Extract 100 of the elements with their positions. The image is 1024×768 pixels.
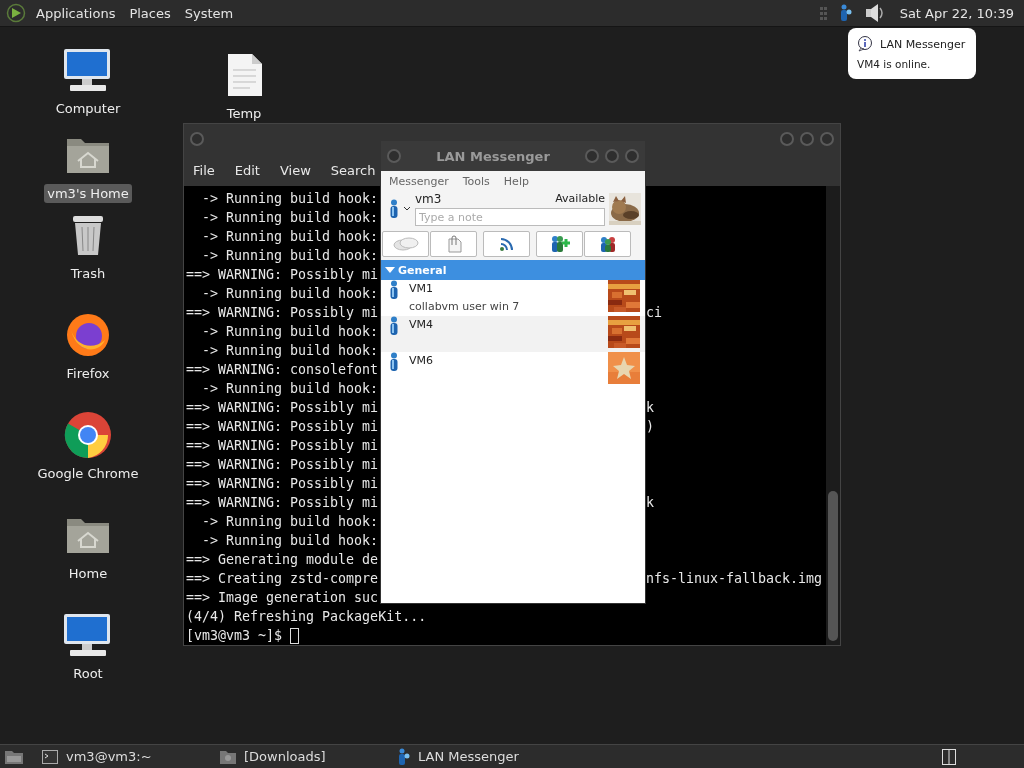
expand-arrow-icon — [385, 266, 395, 274]
terminal-line: ==> WARNING: Possibly mi — [186, 437, 379, 455]
desktop-icon-label[interactable]: Trash — [67, 264, 109, 283]
terminal-line: ==> WARNING: Possibly mi — [186, 494, 379, 512]
window-title: LAN Messenger — [435, 148, 551, 164]
add-contact-button[interactable] — [536, 231, 583, 257]
contact-row[interactable]: VM1 collabvm user win 7 — [381, 280, 645, 316]
chat-icon — [392, 237, 419, 251]
trash-icon — [70, 213, 106, 257]
speaker-icon[interactable] — [863, 3, 886, 23]
notification-title: LAN Messenger — [880, 37, 966, 51]
desktop-icon-label[interactable]: vm3's Home — [44, 184, 132, 203]
file-button[interactable] — [430, 231, 477, 257]
taskbar-item[interactable]: LAN Messenger — [388, 747, 558, 766]
terminal-line: -> Running build hook: — [201, 190, 379, 208]
terminal-line: ==> WARNING: Possibly mi — [186, 266, 379, 284]
terminal-line: k — [646, 494, 654, 512]
notification-bubble[interactable]: LAN Messenger VM4 is online. — [848, 28, 976, 79]
contact-status-icon — [389, 280, 399, 300]
desktop-icon-label[interactable]: Firefox — [63, 364, 113, 383]
terminal-line: -> Running build hook: — [201, 247, 379, 265]
desktop-icon-label[interactable]: Computer — [52, 99, 124, 118]
terminal-line: -> Running build hook: — [201, 228, 379, 246]
terminal-line: ci — [646, 304, 662, 322]
menu-item[interactable]: File — [193, 162, 215, 178]
panel-menu[interactable]: Places — [125, 5, 175, 21]
minimize-button[interactable] — [585, 149, 599, 163]
panel-menu[interactable]: Applications — [32, 5, 120, 21]
terminal-line: ==> Creating zstd-compre — [186, 570, 379, 588]
contact-status-icon — [389, 352, 399, 372]
terminal-line: -> Running build hook: — [201, 342, 379, 360]
terminal-line: (4/4) Refreshing PackageKit... — [186, 608, 427, 626]
status-label[interactable]: Available — [555, 192, 605, 206]
contact-name: VM1 — [409, 282, 434, 295]
maximize-button[interactable] — [800, 132, 814, 147]
close-button[interactable] — [820, 132, 834, 147]
minimize-button[interactable] — [780, 132, 794, 147]
window-menu-button[interactable] — [190, 132, 204, 147]
network-icon[interactable] — [819, 5, 828, 21]
taskbar-item[interactable]: [Downloads] — [210, 749, 380, 764]
add-contact-icon — [549, 235, 570, 253]
show-desktop-icon[interactable] — [4, 748, 24, 765]
terminal-line: ==> WARNING: Possibly mi — [186, 475, 379, 493]
contact-status-icon — [389, 316, 399, 336]
info-icon — [857, 36, 873, 52]
group-name: General — [398, 263, 447, 277]
panel-menu[interactable]: System — [180, 5, 238, 21]
terminal-line: nfs-linux-fallback.img — [646, 570, 823, 588]
terminal-line: ==> WARNING: Possibly mi — [186, 399, 379, 417]
terminal-line: -> Running build hook: — [201, 323, 379, 341]
contact-row[interactable]: VM6 — [381, 352, 645, 388]
contact-note: collabvm user win 7 — [409, 300, 521, 313]
contact-name: VM6 — [409, 354, 434, 367]
terminal-line: -> Running build hook: — [201, 285, 379, 303]
notification-message: VM4 is online. — [857, 58, 932, 70]
scrollbar-thumb[interactable] — [828, 491, 838, 641]
desktop-icon-label[interactable]: Home — [65, 564, 111, 583]
menu-item[interactable]: Search — [330, 162, 376, 178]
window-menu-button[interactable] — [387, 149, 401, 163]
broadcast-button[interactable] — [483, 231, 530, 257]
firefox-icon — [65, 312, 111, 358]
desktop-icon-label[interactable]: Temp — [223, 104, 265, 123]
desktop-icon-label[interactable]: Google Chrome — [34, 464, 142, 483]
text-cursor — [290, 627, 300, 644]
user-name: vm3 — [415, 192, 442, 206]
terminal-line: -> Running build hook: — [201, 209, 379, 227]
terminal-line: ==> Generating module de — [186, 551, 379, 569]
menu-item[interactable]: Edit — [234, 162, 260, 178]
terminal-line: -> Running build hook: — [201, 532, 379, 550]
terminal-line: ==> WARNING: Possibly mi — [186, 418, 379, 436]
menu-item[interactable]: Help — [503, 174, 529, 188]
folder-icon — [220, 749, 236, 764]
note-field[interactable]: Type a note — [415, 208, 605, 226]
menu-item[interactable]: Messenger — [389, 174, 449, 188]
scrollbar[interactable] — [826, 186, 840, 645]
chat-button[interactable] — [382, 231, 429, 257]
terminal-line: k — [646, 399, 654, 417]
messenger-icon — [398, 747, 410, 766]
caret-icon[interactable] — [403, 206, 411, 212]
close-button[interactable] — [625, 149, 639, 163]
user-status-icon — [389, 199, 399, 219]
messenger-tray-icon[interactable] — [839, 4, 852, 22]
terminal-line: ==> WARNING: Possibly mi — [186, 456, 379, 474]
menu-item[interactable]: View — [279, 162, 311, 178]
menu-logo-icon[interactable] — [6, 3, 26, 23]
terminal-line: -> Running build hook: — [201, 380, 379, 398]
taskbar-item[interactable]: vm3@vm3:~ — [32, 749, 202, 764]
maximize-button[interactable] — [605, 149, 619, 163]
clock[interactable]: Sat Apr 22, 10:39 — [899, 5, 1014, 21]
chrome-icon — [64, 411, 112, 459]
desktop-icon-label[interactable]: Root — [70, 664, 106, 683]
terminal-prompt: [vm3@vm3 ~]$ — [186, 627, 283, 645]
terminal-line: ) — [646, 418, 654, 436]
terminal-line: ==> WARNING: Possibly mi — [186, 304, 379, 322]
menu-item[interactable]: Tools — [462, 174, 490, 188]
terminal-line: ==> WARNING: consolefont — [186, 361, 379, 379]
attachment-icon — [445, 235, 462, 253]
group-button[interactable] — [584, 231, 631, 257]
workspace-switcher-icon[interactable] — [942, 748, 956, 765]
contact-row[interactable]: VM4 — [381, 316, 645, 352]
